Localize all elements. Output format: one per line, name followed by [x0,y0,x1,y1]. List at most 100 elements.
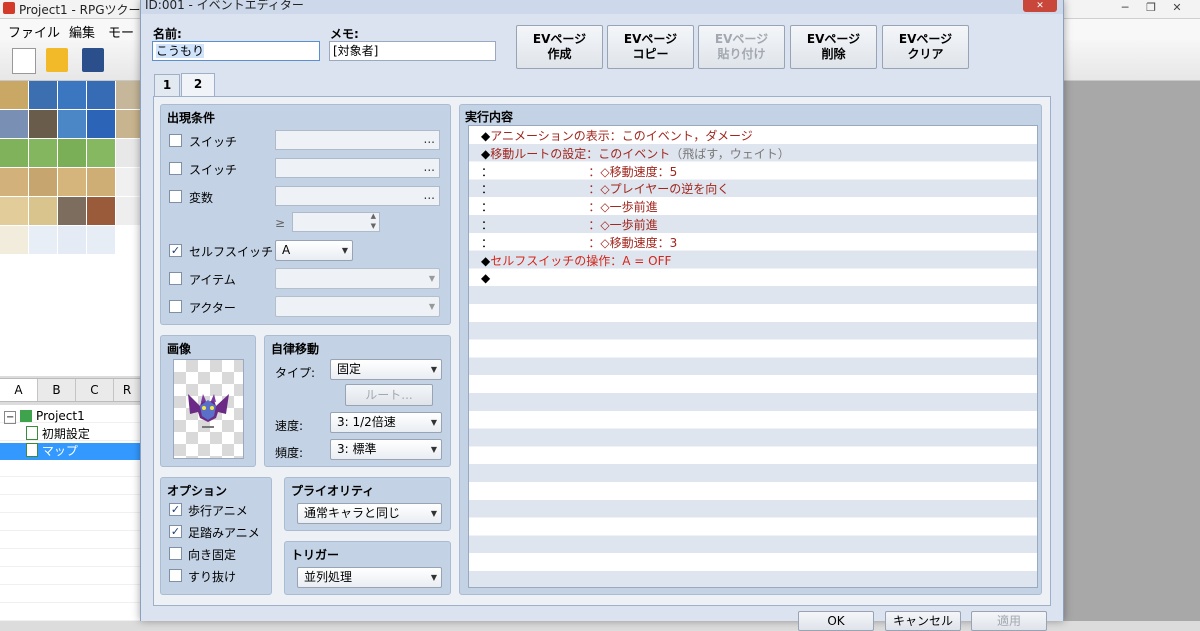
tile[interactable] [58,197,86,225]
tile[interactable] [58,81,86,109]
switch1-checkbox[interactable] [169,134,182,147]
open-folder-icon[interactable] [46,48,68,72]
close-icon[interactable]: ✕ [1164,0,1190,16]
actor-checkbox[interactable] [169,300,182,313]
tile[interactable] [29,168,57,196]
cancel-button[interactable]: キャンセル [885,611,961,631]
minimize-icon[interactable]: ─ [1112,0,1138,16]
tile[interactable] [0,110,28,138]
trigger-select[interactable]: 並列処理 ▼ [297,567,442,588]
self-switch-checkbox[interactable]: ✓ [169,244,182,257]
tree-item-project[interactable]: − Project1 [4,408,85,425]
item-select[interactable]: ▼ [275,268,440,289]
actor-select[interactable]: ▼ [275,296,440,317]
tile[interactable] [87,110,115,138]
tile[interactable] [58,110,86,138]
apply-button[interactable]: 適用 [971,611,1047,631]
speed-select[interactable]: 3: 1/2倍速 ▼ [330,412,442,433]
frequency-value: 3: 標準 [337,442,377,456]
command-line[interactable]: ： ：◇移動速度：5 [481,163,677,181]
command-line[interactable]: ◆移動ルートの設定：このイベント（飛ばす，ウェイト） [481,145,790,163]
command-line[interactable]: ： ：◇移動速度：3 [481,234,677,252]
collapse-icon[interactable]: − [4,411,17,424]
command-list[interactable]: ◆アニメーションの表示：このイベント，ダメージ ◆移動ルートの設定：このイベント… [468,125,1038,588]
walking-anim-checkbox[interactable]: ✓ [169,503,182,516]
tile[interactable] [0,81,28,109]
priority-group: プライオリティ 通常キャラと同じ ▼ [284,477,451,531]
tile[interactable] [58,226,86,254]
tab-page-2[interactable]: 2 [181,73,215,97]
priority-select[interactable]: 通常キャラと同じ ▼ [297,503,442,524]
direction-fix-checkbox[interactable] [169,547,182,560]
event-image-preview[interactable] [173,359,244,459]
move-type-value: 固定 [337,362,362,376]
tile[interactable] [87,168,115,196]
tab-layer-b[interactable]: B [38,379,76,401]
tile[interactable] [87,226,115,254]
name-input[interactable]: こうもり [152,41,320,61]
conditions-group: 出現条件 スイッチ ... スイッチ ... 変数 ... ≥ ▲ ▼ ✓ セルフ… [160,104,451,325]
tile[interactable] [58,168,86,196]
command-line[interactable]: ： ：◇一歩前進 [481,198,658,216]
tile[interactable] [29,226,57,254]
memo-input[interactable]: [対象者] [329,41,496,61]
new-page-button[interactable]: EVページ 作成 [516,25,603,69]
menu-mode[interactable]: モー [108,22,134,41]
item-label: アイテム [189,273,236,287]
bullet: ◆ [481,129,491,143]
page-content: 出現条件 スイッチ ... スイッチ ... 変数 ... ≥ ▲ ▼ ✓ セルフ… [153,96,1051,606]
tree-item-map[interactable]: マップ [0,443,140,460]
tile[interactable] [29,197,57,225]
tile[interactable] [29,110,57,138]
tile[interactable] [29,139,57,167]
clear-page-button[interactable]: EVページ クリア [882,25,969,69]
command-line[interactable]: ◆アニメーションの表示：このイベント，ダメージ [481,127,753,145]
map-canvas[interactable] [1062,81,1200,621]
tile[interactable] [87,81,115,109]
tab-layer-a[interactable]: A [0,379,38,401]
tab-layer-r[interactable]: R [114,379,140,401]
menu-edit[interactable]: 編集 [69,22,95,41]
variable-checkbox[interactable] [169,190,182,203]
tile[interactable] [0,168,28,196]
tile[interactable] [0,197,28,225]
switch2-checkbox[interactable] [169,162,182,175]
copy-page-button[interactable]: EVページ コピー [607,25,694,69]
item-checkbox[interactable] [169,272,182,285]
tab-page-1[interactable]: 1 [154,74,180,96]
tile[interactable] [0,139,28,167]
move-type-select[interactable]: 固定 ▼ [330,359,442,380]
variable-select[interactable]: ... [275,186,440,206]
paste-page-button[interactable]: EVページ 貼り付け [698,25,785,69]
frequency-label: 頻度: [275,446,304,460]
self-switch-select[interactable]: A ▼ [275,240,353,261]
command-line[interactable]: ： ：◇一歩前進 [481,216,658,234]
menu-file[interactable]: ファイル [8,22,60,41]
new-file-icon[interactable] [12,48,36,74]
dialog-close-icon[interactable]: ✕ [1023,0,1057,12]
tile[interactable] [0,226,28,254]
tab-layer-c[interactable]: C [76,379,114,401]
spinner-arrows-icon[interactable]: ▲ ▼ [371,211,376,231]
tile[interactable] [29,81,57,109]
tile[interactable] [87,197,115,225]
command-line[interactable]: ◆ [481,269,490,287]
delete-page-button[interactable]: EVページ 削除 [790,25,877,69]
route-button[interactable]: ルート... [345,384,433,406]
stepping-anim-checkbox[interactable]: ✓ [169,525,182,538]
switch2-select[interactable]: ... [275,158,440,178]
tile[interactable] [87,139,115,167]
tree-item-init[interactable]: 初期設定 [26,426,90,443]
command-line[interactable]: ： ：◇プレイヤーの逆を向く [481,180,729,198]
save-icon[interactable] [82,48,104,72]
switch1-select[interactable]: ... [275,130,440,150]
restore-icon[interactable]: ❐ [1138,0,1164,16]
tileset-palette[interactable] [0,81,144,376]
stepping-anim-label: 足踏みアニメ [188,526,260,540]
through-checkbox[interactable] [169,569,182,582]
tile[interactable] [58,139,86,167]
frequency-select[interactable]: 3: 標準 ▼ [330,439,442,460]
ok-button[interactable]: OK [798,611,874,631]
command-line[interactable]: ◆セルフスイッチの操作：A = OFF [481,252,671,270]
variable-value-spinner[interactable]: ▲ ▼ [292,212,380,232]
